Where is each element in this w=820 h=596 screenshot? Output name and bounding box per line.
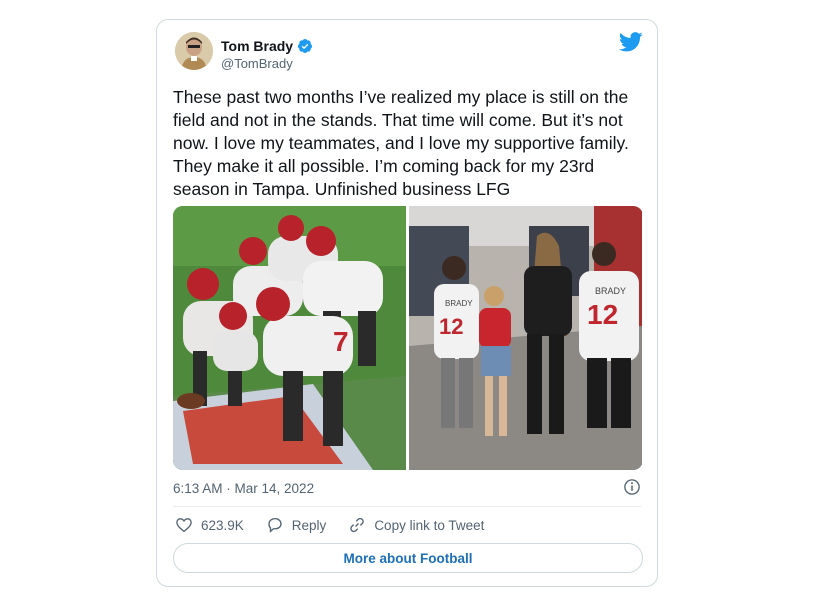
reply-button[interactable]: Reply bbox=[266, 516, 327, 534]
copy-link-button[interactable]: Copy link to Tweet bbox=[348, 516, 484, 534]
tweet-card: Tom Brady @TomBrady These past two month… bbox=[156, 19, 658, 587]
svg-text:12: 12 bbox=[439, 314, 463, 339]
tweet-timestamp[interactable]: 6:13 AM · Mar 14, 2022 bbox=[173, 481, 314, 496]
svg-text:12: 12 bbox=[587, 299, 618, 330]
football-lineup-photo[interactable]: 7 bbox=[173, 206, 406, 470]
like-count: 623.9K bbox=[201, 517, 244, 533]
author-row: Tom Brady bbox=[221, 38, 313, 54]
author-handle[interactable]: @TomBrady bbox=[221, 56, 293, 71]
svg-text:BRADY: BRADY bbox=[595, 286, 626, 296]
svg-text:BRADY: BRADY bbox=[445, 299, 473, 308]
family-walking-photo[interactable]: 12 BRADY 12 BRADY bbox=[409, 206, 642, 470]
more-about-football-button[interactable]: More about Football bbox=[173, 543, 643, 573]
divider bbox=[173, 506, 641, 507]
tweet-text: These past two months I’ve realized my p… bbox=[173, 87, 634, 199]
avatar[interactable] bbox=[175, 32, 213, 70]
svg-text:7: 7 bbox=[333, 326, 349, 357]
copy-link-label: Copy link to Tweet bbox=[374, 517, 485, 533]
link-icon bbox=[350, 517, 365, 533]
verified-badge-icon bbox=[298, 39, 313, 53]
info-icon[interactable] bbox=[623, 478, 641, 496]
tweet-actions: 623.9K Reply Copy link to Tweet bbox=[175, 516, 484, 534]
author-name[interactable]: Tom Brady bbox=[221, 38, 293, 54]
twitter-logo-icon[interactable] bbox=[619, 32, 643, 52]
reply-icon bbox=[268, 517, 282, 533]
like-button[interactable]: 623.9K bbox=[175, 516, 244, 534]
reply-label: Reply bbox=[291, 517, 327, 533]
heart-icon bbox=[176, 518, 192, 533]
tweet-media[interactable]: 7 12 BRADY 12 BRADY bbox=[173, 206, 643, 470]
